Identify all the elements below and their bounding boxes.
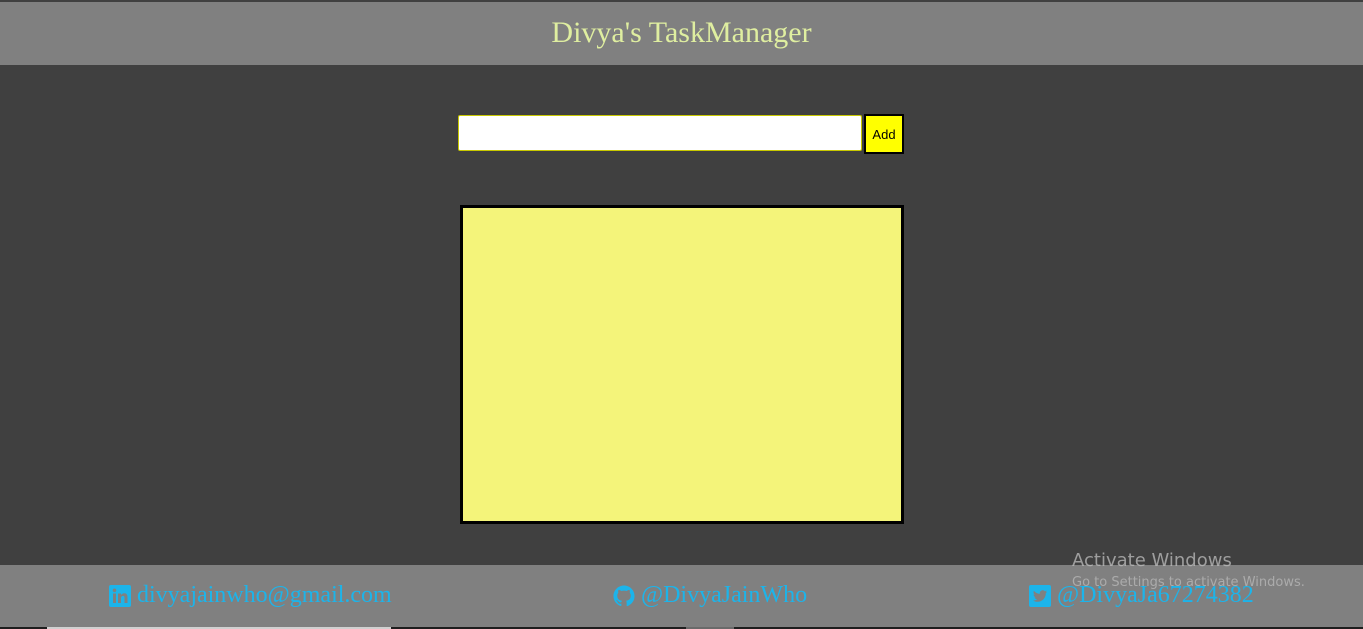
linkedin-icon: [109, 584, 131, 607]
email-link[interactable]: divyajainwho@gmail.com: [109, 582, 392, 609]
task-list: [460, 205, 904, 524]
twitter-icon: [1029, 584, 1051, 607]
add-task-form: Add: [458, 114, 904, 154]
task-input[interactable]: [458, 115, 862, 151]
page-title: Divya's TaskManager: [551, 15, 812, 49]
twitter-text: @DivyaJa67274382: [1057, 582, 1254, 608]
email-text: divyajainwho@gmail.com: [137, 582, 392, 608]
github-link[interactable]: @DivyaJainWho: [613, 582, 807, 609]
twitter-link[interactable]: @DivyaJa67274382: [1029, 582, 1254, 609]
task-manager-page: Divya's TaskManager Add divyajainwho@gma…: [0, 0, 1363, 629]
footer-bar: divyajainwho@gmail.com @DivyaJainWho @Di…: [0, 565, 1363, 627]
header-bar: Divya's TaskManager: [0, 2, 1363, 65]
github-icon: [613, 584, 635, 607]
add-button[interactable]: Add: [864, 114, 904, 154]
github-text: @DivyaJainWho: [641, 582, 808, 608]
